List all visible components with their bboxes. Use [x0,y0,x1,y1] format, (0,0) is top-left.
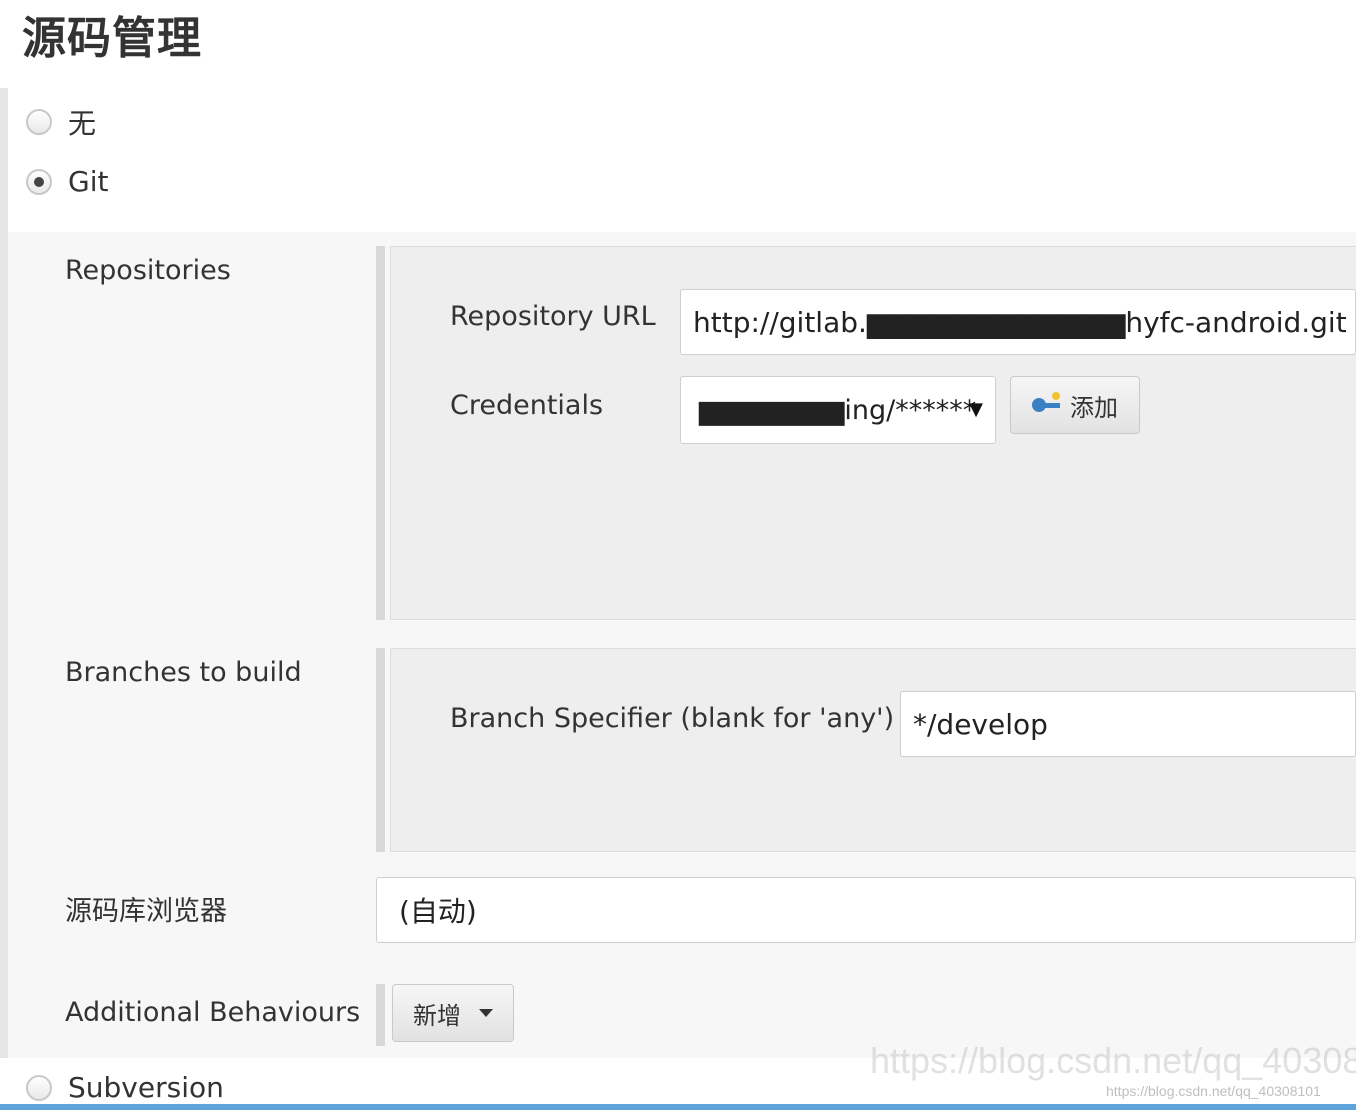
repositories-drag-handle[interactable] [376,246,385,620]
branch-specifier-label: Branch Specifier (blank for 'any') [450,703,895,734]
watermark-small: https://blog.csdn.net/qq_40308101 [1106,1083,1321,1099]
add-credentials-button[interactable]: 添加 [1010,376,1140,434]
scm-option-none-label: 无 [68,107,97,140]
scm-option-subversion-label: Subversion [68,1071,224,1104]
repo-browser-label: 源码库浏览器 [65,896,227,927]
add-behaviour-button[interactable]: 新增 [392,984,514,1042]
radio-none[interactable] [26,109,52,135]
additional-behaviours-label: Additional Behaviours [65,997,361,1028]
bottom-accent-line [0,1104,1356,1110]
scm-option-git[interactable]: Git [26,165,108,198]
scm-option-subversion[interactable]: Subversion [26,1071,224,1104]
caret-down-icon [479,1009,493,1017]
scm-option-none[interactable]: 无 [26,102,96,142]
branches-label: Branches to build [65,657,302,688]
add-behaviour-label: 新增 [413,1001,461,1030]
key-icon [1032,392,1062,414]
repo-browser-select[interactable]: (自动) [376,877,1356,943]
add-credentials-label: 添加 [1070,393,1118,422]
repositories-label: Repositories [65,255,231,286]
repository-url-label: Repository URL [450,301,656,332]
radio-git[interactable] [26,168,52,195]
section-left-rule [0,88,8,1058]
credentials-label: Credentials [450,390,604,421]
branch-specifier-input[interactable]: */develop [900,691,1356,757]
credentials-value: ▆▆▆▆▆▆▆ing/****** [699,394,977,426]
behaviours-drag-handle[interactable] [376,984,385,1046]
repository-url-input[interactable]: http://gitlab.▆▆▆▆▆▆▆▆▆▆▆▆hyfc-android.g… [680,289,1356,355]
scm-option-git-label: Git [68,165,109,198]
credentials-select[interactable]: ▆▆▆▆▆▆▆ing/****** ▼ [680,376,996,444]
radio-subversion[interactable] [26,1074,52,1101]
section-title: 源码管理 [22,13,202,64]
branches-drag-handle[interactable] [376,648,385,852]
watermark-large: https://blog.csdn.net/qq_40308101 [870,1040,1356,1081]
dropdown-arrow-icon: ▼ [969,399,983,420]
